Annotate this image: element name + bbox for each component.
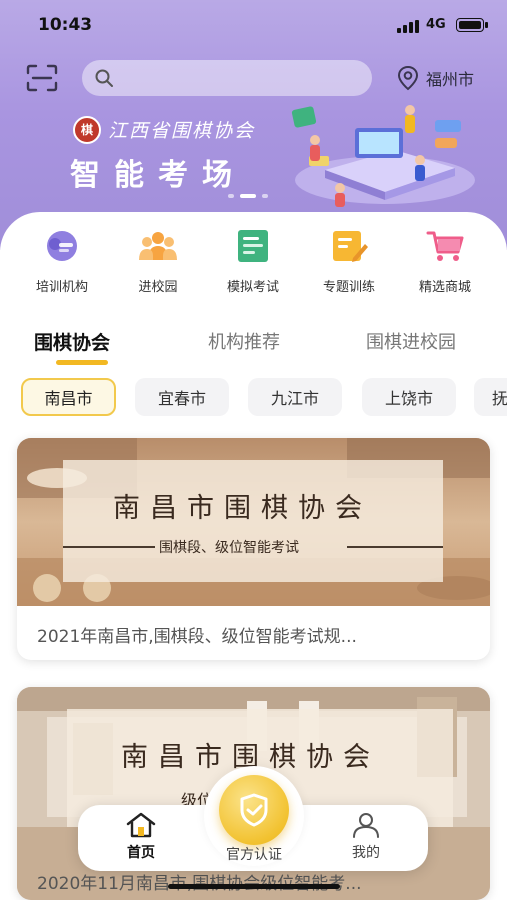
menu-label: 培训机构	[35, 280, 88, 295]
city-chip-fuzhou[interactable]: 抚	[474, 378, 507, 416]
menu-item-training[interactable]: 培训机构	[17, 228, 107, 295]
shopping-cart-icon	[426, 231, 464, 261]
city-filter: 南昌市 宜春市 九江市 上饶市 抚	[0, 378, 507, 418]
nav-mine[interactable]: 我的	[344, 812, 388, 862]
divider	[347, 546, 443, 548]
tab-go-campus[interactable]: 围棋进校园	[366, 328, 456, 354]
mock-exam-icon	[238, 230, 268, 262]
carousel-dot	[262, 194, 268, 198]
scan-icon[interactable]	[26, 64, 58, 92]
nav-mine-label: 我的	[352, 845, 380, 861]
training-institution-icon	[47, 231, 77, 261]
menu-label: 进校园	[138, 280, 178, 295]
search-icon	[95, 69, 113, 87]
menu-item-mock-exam[interactable]: 模拟考试	[208, 228, 298, 295]
banner-illustration	[291, 105, 475, 207]
campus-group-icon	[139, 232, 177, 260]
location-city: 福州市	[426, 70, 475, 89]
status-bar: 10:43 4G	[0, 0, 507, 50]
nav-certification[interactable]: 官方认证	[214, 844, 294, 864]
menu-label: 专题训练	[322, 280, 375, 295]
active-tab-indicator	[56, 360, 108, 365]
battery-icon	[456, 18, 488, 32]
status-time: 10:43	[38, 15, 93, 35]
menu-label: 模拟考试	[226, 280, 279, 295]
divider	[63, 546, 155, 548]
tab-go-association[interactable]: 围棋协会	[34, 328, 110, 355]
card-caption: 2021年南昌市,围棋段、级位智能考试规...	[37, 627, 357, 647]
home-indicator	[168, 884, 340, 889]
carousel-dot	[228, 194, 234, 198]
news-card[interactable]: 南昌市围棋协会 围棋段、级位智能考试 2021年南昌市,围棋段、级位智能考试规.…	[17, 438, 490, 660]
card-image-subtitle: 围棋段、级位智能考试	[159, 540, 299, 556]
menu-item-topic-training[interactable]: 专题训练	[304, 228, 394, 295]
card-image-title: 南昌市围棋协会	[113, 493, 372, 524]
card-caption: 2020年11月南昌市,围棋协会级位智能考...	[37, 869, 467, 894]
banner-title: 智能考场	[70, 158, 246, 193]
nav-certification-label: 官方认证	[226, 847, 282, 863]
tab-institution-recommend[interactable]: 机构推荐	[208, 328, 280, 354]
search-bar[interactable]	[82, 60, 372, 96]
topic-training-icon	[333, 231, 368, 262]
network-label: 4G	[426, 17, 446, 32]
menu-item-mall[interactable]: 精选商城	[400, 228, 490, 295]
menu-item-campus[interactable]: 进校园	[113, 228, 203, 295]
city-chip-jiujiang[interactable]: 九江市	[248, 378, 342, 416]
association-name: 江西省围棋协会	[108, 120, 256, 142]
signal-icon	[397, 20, 421, 33]
city-chip-nanchang[interactable]: 南昌市	[21, 378, 116, 416]
city-chip-yichun[interactable]: 宜春市	[135, 378, 229, 416]
menu-label: 精选商城	[418, 280, 471, 295]
search-input[interactable]	[122, 66, 362, 90]
location-pin-icon	[397, 65, 419, 91]
shield-check-icon	[240, 793, 268, 827]
city-chip-shangrao[interactable]: 上饶市	[362, 378, 456, 416]
association-logo: 棋	[73, 116, 101, 144]
nav-home-label: 首页	[127, 845, 155, 861]
carousel-dot-active	[240, 194, 256, 198]
category-tabs: 围棋协会 机构推荐 围棋进校园	[0, 324, 507, 374]
user-icon	[353, 813, 379, 838]
location-selector[interactable]: 福州市	[396, 64, 474, 92]
nav-home[interactable]: 首页	[116, 812, 166, 862]
official-certification-button[interactable]	[219, 775, 289, 845]
home-icon	[126, 812, 156, 838]
carousel-indicator	[228, 194, 268, 198]
